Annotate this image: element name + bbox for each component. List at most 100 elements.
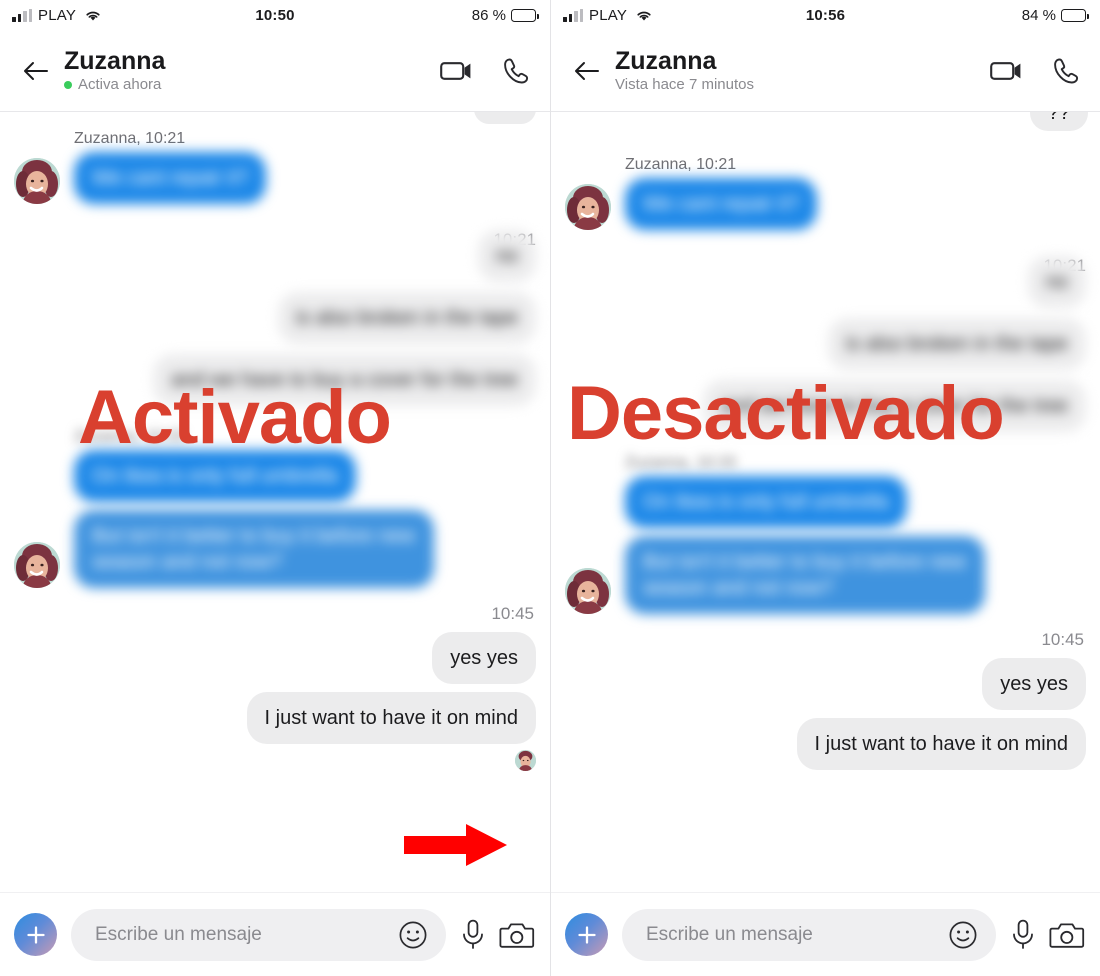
battery-icon xyxy=(511,8,539,22)
contact-name: Zuzanna xyxy=(615,46,717,75)
status-bar-left: PLAY 10:50 86 % xyxy=(0,0,550,30)
panel-activado: PLAY 10:50 86 % Zuzanna Activa ahora Act… xyxy=(0,0,550,976)
arrow-left-icon xyxy=(24,61,48,80)
status-clock: 10:50 xyxy=(255,6,295,24)
back-button[interactable] xyxy=(14,60,58,82)
message-bubble-incoming[interactable]: We cant repair it? xyxy=(74,152,267,204)
battery-percent-label: 84 % xyxy=(1021,6,1056,24)
camera-icon xyxy=(1049,923,1085,948)
online-dot-icon xyxy=(64,81,72,89)
plus-icon xyxy=(577,925,596,944)
message-input-field[interactable]: Escribe un mensaje xyxy=(622,908,996,961)
message-bubble-incoming[interactable]: On Ikea is only full umbrella xyxy=(625,476,907,528)
voice-record-button[interactable] xyxy=(460,919,486,951)
avatar[interactable] xyxy=(14,158,60,204)
red-arrow-annotation xyxy=(404,823,508,872)
arrow-right-icon xyxy=(404,824,507,866)
message-timestamp: 10:45 xyxy=(1041,630,1084,649)
contact-status-text: Vista hace 7 minutos xyxy=(615,75,754,93)
voice-call-button[interactable] xyxy=(502,57,530,85)
status-clock: 10:56 xyxy=(805,6,846,24)
contact-status-text: Activa ahora xyxy=(78,75,162,93)
battery-percent-label: 86 % xyxy=(471,6,506,24)
arrow-left-icon xyxy=(575,61,599,80)
message-bubble-outgoing[interactable]: is also broken in the tape xyxy=(827,318,1086,370)
message-bubble-outgoing[interactable]: and we have to buy a cover for the tree xyxy=(703,380,1086,432)
voice-record-button[interactable] xyxy=(1010,919,1036,951)
contact-status: Activa ahora xyxy=(64,75,165,94)
partial-bubble-top xyxy=(474,112,536,124)
smiley-icon xyxy=(399,921,427,948)
message-bubble-incoming[interactable]: But isn't it better to buy it before new… xyxy=(625,536,985,614)
contact-name: Zuzanna xyxy=(64,46,166,75)
message-group-incoming: Zuzanna, 10:33 On Ikea is only full umbr… xyxy=(0,428,550,588)
voice-call-button[interactable] xyxy=(1052,57,1080,85)
camera-button[interactable] xyxy=(1049,921,1085,949)
message-bubble-incoming[interactable]: On Ikea is only full umbrella xyxy=(74,450,356,502)
plus-icon xyxy=(26,925,45,944)
avatar[interactable] xyxy=(565,184,611,230)
message-sender-label: Zuzanna, 10:21 xyxy=(74,130,186,147)
message-sender-label: Zuzanna, 10:21 xyxy=(625,156,737,173)
contact-info[interactable]: Zuzanna Activa ahora xyxy=(64,46,166,94)
composer-right: Escribe un mensaje xyxy=(551,892,1100,976)
message-input-field[interactable]: Escribe un mensaje xyxy=(71,908,446,961)
message-input-placeholder: Escribe un mensaje xyxy=(646,923,813,945)
message-group-incoming: Zuzanna, 10:33 On Ikea is only full umbr… xyxy=(551,454,1100,614)
panel-desactivado: PLAY 10:56 84 % Zuzanna Vista hace 7 min… xyxy=(550,0,1100,976)
message-sender-label: Zuzanna, 10:33 xyxy=(625,454,737,471)
header-actions xyxy=(990,57,1084,85)
emoji-button[interactable] xyxy=(948,920,982,950)
message-bubble-outgoing[interactable]: yes yes xyxy=(432,632,536,684)
status-right-group: 84 % xyxy=(1021,6,1089,24)
camera-icon xyxy=(499,923,535,948)
emoji-button[interactable] xyxy=(398,920,432,950)
video-call-button[interactable] xyxy=(440,59,474,83)
battery-icon xyxy=(1061,8,1089,22)
back-button[interactable] xyxy=(565,60,609,82)
message-bubble-outgoing[interactable]: yes yes xyxy=(982,658,1086,710)
smiley-icon xyxy=(949,921,977,948)
composer-left: Escribe un mensaje xyxy=(0,892,550,976)
message-group-incoming: Zuzanna, 10:21 We cant repair it? xyxy=(0,130,550,204)
comparison-screenshot: PLAY 10:50 86 % Zuzanna Activa ahora Act… xyxy=(0,0,1100,976)
microphone-icon xyxy=(463,919,483,949)
message-bubble-outgoing[interactable]: no xyxy=(477,230,536,282)
add-attachment-button[interactable] xyxy=(14,913,57,956)
avatar-image xyxy=(565,184,611,230)
header-actions xyxy=(440,57,534,85)
avatar-image xyxy=(565,568,611,614)
chat-header-right: Zuzanna Vista hace 7 minutos xyxy=(551,30,1100,112)
contact-info[interactable]: Zuzanna Vista hace 7 minutos xyxy=(615,46,754,94)
message-input-placeholder: Escribe un mensaje xyxy=(95,923,262,945)
contact-status: Vista hace 7 minutos xyxy=(615,75,754,94)
message-group-incoming: Zuzanna, 10:21 We cant repair it? xyxy=(551,156,1100,230)
message-bubble-outgoing[interactable]: I just want to have it on mind xyxy=(796,718,1086,770)
avatar[interactable] xyxy=(14,542,60,588)
message-bubble-outgoing[interactable]: and we have to buy a cover for the tree xyxy=(153,354,536,406)
read-receipt-avatar xyxy=(515,750,536,771)
message-list-right[interactable]: ?? Desactivado Zuzanna, 10:21 We cant re… xyxy=(551,112,1100,892)
message-timestamp: 10:45 xyxy=(491,604,534,623)
message-bubble-incoming[interactable]: But isn't it better to buy it before new… xyxy=(74,510,434,588)
add-attachment-button[interactable] xyxy=(565,913,608,956)
message-bubble-incoming[interactable]: We cant repair it? xyxy=(625,178,818,230)
video-call-button[interactable] xyxy=(990,59,1024,83)
avatar-image xyxy=(14,158,60,204)
phone-icon xyxy=(1054,58,1079,83)
video-camera-icon xyxy=(440,61,471,80)
message-list-left[interactable]: Activado Zuzanna, 10:21 We cant repair i… xyxy=(0,112,550,892)
partial-bubble-top[interactable]: ?? xyxy=(1029,112,1088,131)
avatar-image xyxy=(14,542,60,588)
message-bubble-outgoing[interactable]: no xyxy=(1027,256,1086,308)
avatar[interactable] xyxy=(565,568,611,614)
camera-button[interactable] xyxy=(499,921,535,949)
phone-icon xyxy=(504,58,529,83)
message-bubble-outgoing[interactable]: is also broken in the tape xyxy=(277,292,536,344)
status-bar-right: PLAY 10:56 84 % xyxy=(551,0,1100,30)
read-receipt-avatar-image xyxy=(515,750,536,771)
message-bubble-outgoing[interactable]: I just want to have it on mind xyxy=(246,692,536,744)
microphone-icon xyxy=(1013,919,1033,949)
video-camera-icon xyxy=(990,61,1021,80)
message-sender-label: Zuzanna, 10:33 xyxy=(74,428,186,445)
